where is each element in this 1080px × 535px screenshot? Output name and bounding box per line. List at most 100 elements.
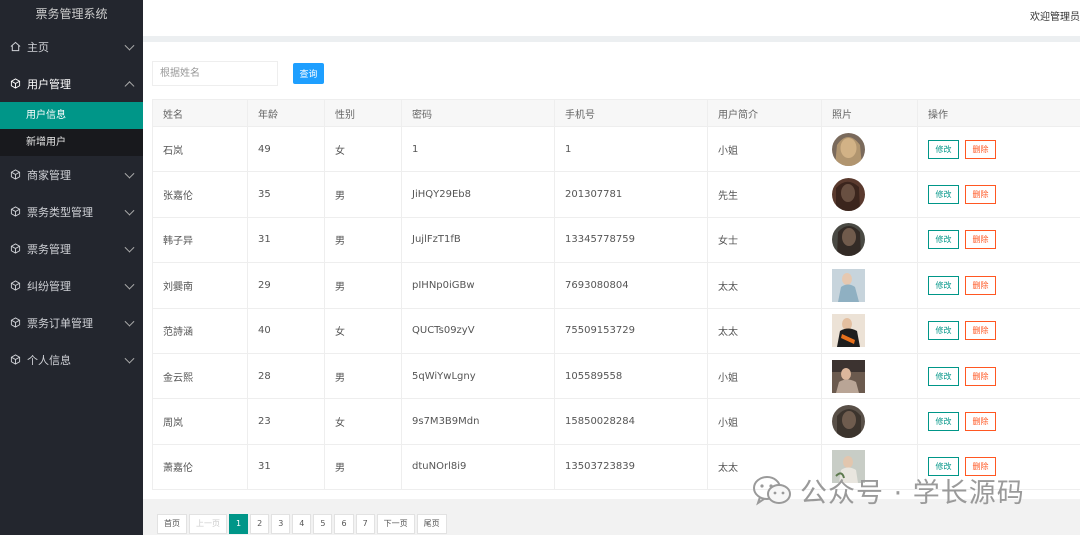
table-header-row: 姓名 年龄 性别 密码 手机号 用户简介 照片 操作 [152, 99, 1080, 127]
sidebar-item-label: 用户管理 [27, 77, 71, 91]
cell-gender: 女 [324, 398, 402, 445]
page-2-button[interactable]: 2 [250, 514, 270, 534]
cell-actions: 修改 删除 [917, 171, 1080, 218]
column-header-name: 姓名 [152, 99, 248, 127]
sidebar-item-ticket-type-management[interactable]: 票务类型管理 [0, 193, 143, 230]
submenu-user-management: 用户信息 新增用户 [0, 102, 143, 156]
sidebar-item-order-management[interactable]: 票务订单管理 [0, 304, 143, 341]
table-row: 金云熙 28 男 5qWiYwLgny 105589558 小姐 修改 删除 [152, 352, 1080, 400]
cell-age: 31 [247, 443, 325, 491]
cell-actions: 修改 删除 [917, 216, 1080, 264]
edit-button[interactable]: 修改 [928, 412, 959, 432]
delete-button[interactable]: 删除 [965, 275, 996, 295]
sidebar-item-personal-info[interactable]: 个人信息 [0, 341, 143, 378]
cell-age: 40 [247, 307, 325, 354]
cell-actions: 修改 删除 [917, 352, 1080, 400]
page-1-button[interactable]: 1 [229, 514, 249, 534]
page-3-button[interactable]: 3 [271, 514, 291, 534]
cell-name: 金云熙 [152, 352, 248, 400]
page-4-button[interactable]: 4 [292, 514, 312, 534]
cell-photo [821, 125, 918, 173]
edit-button[interactable]: 修改 [928, 366, 959, 386]
sidebar-subitem-user-info[interactable]: 用户信息 [0, 102, 143, 129]
cell-password: QUCTs09zyV [401, 307, 555, 354]
sidebar-item-home[interactable]: 主页 [0, 28, 143, 65]
cell-password: 1 [401, 125, 555, 173]
page-prev-button[interactable]: 上一页 [189, 514, 227, 534]
chevron-down-icon [124, 242, 135, 253]
column-header-phone: 手机号 [554, 99, 708, 127]
column-header-gender: 性别 [324, 99, 402, 127]
watermark-text: 公众号 · 学长源码 [800, 478, 1025, 509]
cell-phone: 7693080804 [554, 262, 708, 309]
box-icon [9, 243, 21, 254]
edit-button[interactable]: 修改 [928, 185, 959, 205]
cell-profile: 太太 [707, 307, 822, 354]
page-last-button[interactable]: 尾页 [416, 514, 447, 534]
page-5-button[interactable]: 5 [313, 514, 333, 534]
sidebar-item-merchant-management[interactable]: 商家管理 [0, 156, 143, 193]
cell-name: 刘爨南 [152, 262, 248, 309]
column-header-password: 密码 [401, 99, 555, 127]
cell-gender: 女 [324, 125, 402, 173]
sidebar-item-label: 个人信息 [27, 353, 71, 367]
sidebar-item-ticket-management[interactable]: 票务管理 [0, 230, 143, 267]
cell-password: JujlFzT1fB [401, 216, 555, 264]
cell-phone: 1 [554, 125, 708, 173]
pagination: 首页 上一页 1 2 3 4 5 6 7 下一页 尾页 [157, 514, 449, 534]
cell-profile: 小姐 [707, 398, 822, 445]
cell-age: 31 [247, 216, 325, 264]
page-6-button[interactable]: 6 [334, 514, 354, 534]
app-title: 票务管理系统 [35, 7, 108, 21]
edit-button[interactable]: 修改 [928, 139, 959, 159]
delete-button[interactable]: 删除 [965, 230, 996, 250]
delete-button[interactable]: 删除 [965, 185, 996, 205]
cell-gender: 男 [324, 216, 402, 264]
chevron-up-icon [124, 80, 135, 91]
edit-button[interactable]: 修改 [928, 275, 959, 295]
main-content: 查询 姓名 年龄 性别 密码 手机号 用户简介 照片 操作 石岚 49 女 1 [143, 42, 1080, 499]
cell-password: JiHQY29Eb8 [401, 171, 555, 218]
box-icon [9, 280, 21, 291]
edit-button[interactable]: 修改 [928, 230, 959, 250]
delete-button[interactable]: 删除 [965, 412, 996, 432]
sidebar-item-user-management[interactable]: 用户管理 [0, 65, 143, 102]
sidebar: 票务管理系统 主页 用户管理 用户信息 新增用户 商家管理 票务类型管理 票务管… [0, 0, 143, 535]
sidebar-item-dispute-management[interactable]: 纠纷管理 [0, 267, 143, 304]
page-7-button[interactable]: 7 [355, 514, 375, 534]
name-search-input[interactable] [152, 61, 278, 86]
cell-photo [821, 171, 918, 218]
chevron-down-icon [124, 40, 135, 51]
cell-name: 张嘉伦 [152, 171, 248, 218]
search-button[interactable]: 查询 [293, 63, 324, 84]
table-row: 张嘉伦 35 男 JiHQY29Eb8 201307781 先生 修改 删除 [152, 171, 1080, 218]
sidebar-subitem-add-user[interactable]: 新增用户 [0, 129, 143, 156]
cell-phone: 15850028284 [554, 398, 708, 445]
cell-profile: 小姐 [707, 125, 822, 173]
cell-actions: 修改 删除 [917, 125, 1080, 173]
page-first-button[interactable]: 首页 [157, 514, 187, 534]
cell-profile: 先生 [707, 171, 822, 218]
cell-phone: 201307781 [554, 171, 708, 218]
cell-phone: 75509153729 [554, 307, 708, 354]
column-header-age: 年龄 [247, 99, 325, 127]
cell-password: 5qWiYwLgny [401, 352, 555, 400]
sidebar-item-label: 主页 [27, 40, 49, 54]
cell-gender: 男 [324, 262, 402, 309]
edit-button[interactable]: 修改 [928, 321, 959, 341]
cell-profile: 太太 [707, 262, 822, 309]
box-icon [9, 78, 21, 89]
cell-gender: 男 [324, 443, 402, 491]
table-row: 刘爨南 29 男 pIHNp0iGBw 7693080804 太太 修改 删除 [152, 262, 1080, 309]
box-icon [9, 169, 21, 180]
delete-button[interactable]: 删除 [965, 139, 996, 159]
cell-age: 23 [247, 398, 325, 445]
home-icon [9, 41, 21, 52]
delete-button[interactable]: 删除 [965, 321, 996, 341]
page-next-button[interactable]: 下一页 [376, 514, 415, 534]
cell-photo [821, 307, 918, 354]
cell-actions: 修改 删除 [917, 307, 1080, 354]
delete-button[interactable]: 删除 [965, 366, 996, 386]
cell-phone: 105589558 [554, 352, 708, 400]
user-photo [832, 314, 865, 348]
